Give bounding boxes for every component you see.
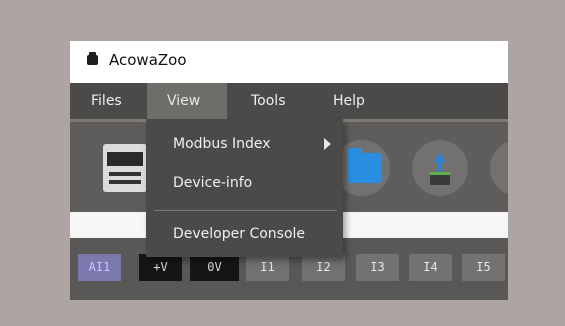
window-title: AcowaZoo bbox=[109, 51, 187, 69]
menu-item-device-info[interactable]: Device-info bbox=[146, 166, 343, 200]
io-chip-i1[interactable]: I1 bbox=[246, 254, 289, 281]
io-chip-plus-v[interactable]: +V bbox=[139, 254, 182, 281]
toolbar-button[interactable] bbox=[490, 140, 508, 196]
view-dropdown-menu: Modbus Index Device-info Developer Conso… bbox=[146, 119, 343, 257]
upload-button[interactable] bbox=[412, 140, 468, 196]
menu-item-label: Device-info bbox=[173, 175, 253, 191]
menu-view[interactable]: View bbox=[147, 83, 227, 119]
io-chip-i3[interactable]: I3 bbox=[356, 254, 399, 281]
upload-icon bbox=[429, 152, 451, 185]
device-icon[interactable] bbox=[103, 144, 147, 192]
menu-item-developer-console[interactable]: Developer Console bbox=[146, 217, 343, 251]
io-chip-i4[interactable]: I4 bbox=[409, 254, 452, 281]
menu-item-label: Developer Console bbox=[173, 226, 306, 242]
menu-item-label: Modbus Index bbox=[173, 136, 271, 152]
screenshot-background: AcowaZoo Files View Tools Help AI1 +V 0V… bbox=[0, 0, 565, 326]
menu-tools[interactable]: Tools bbox=[243, 83, 294, 119]
title-bar: AcowaZoo bbox=[70, 41, 508, 83]
io-chip-0v[interactable]: 0V bbox=[190, 254, 239, 281]
io-chip-ai1[interactable]: AI1 bbox=[78, 254, 121, 281]
app-logo-icon bbox=[87, 52, 98, 65]
menu-separator bbox=[154, 210, 337, 211]
menu-item-modbus-index[interactable]: Modbus Index bbox=[146, 127, 343, 161]
submenu-arrow-icon bbox=[324, 138, 331, 150]
menu-help[interactable]: Help bbox=[325, 83, 373, 119]
io-chip-i5[interactable]: I5 bbox=[462, 254, 505, 281]
io-chip-i2[interactable]: I2 bbox=[302, 254, 345, 281]
folder-icon bbox=[348, 148, 382, 183]
menu-files[interactable]: Files bbox=[83, 83, 130, 119]
menu-bar: Files View Tools Help bbox=[70, 83, 508, 119]
